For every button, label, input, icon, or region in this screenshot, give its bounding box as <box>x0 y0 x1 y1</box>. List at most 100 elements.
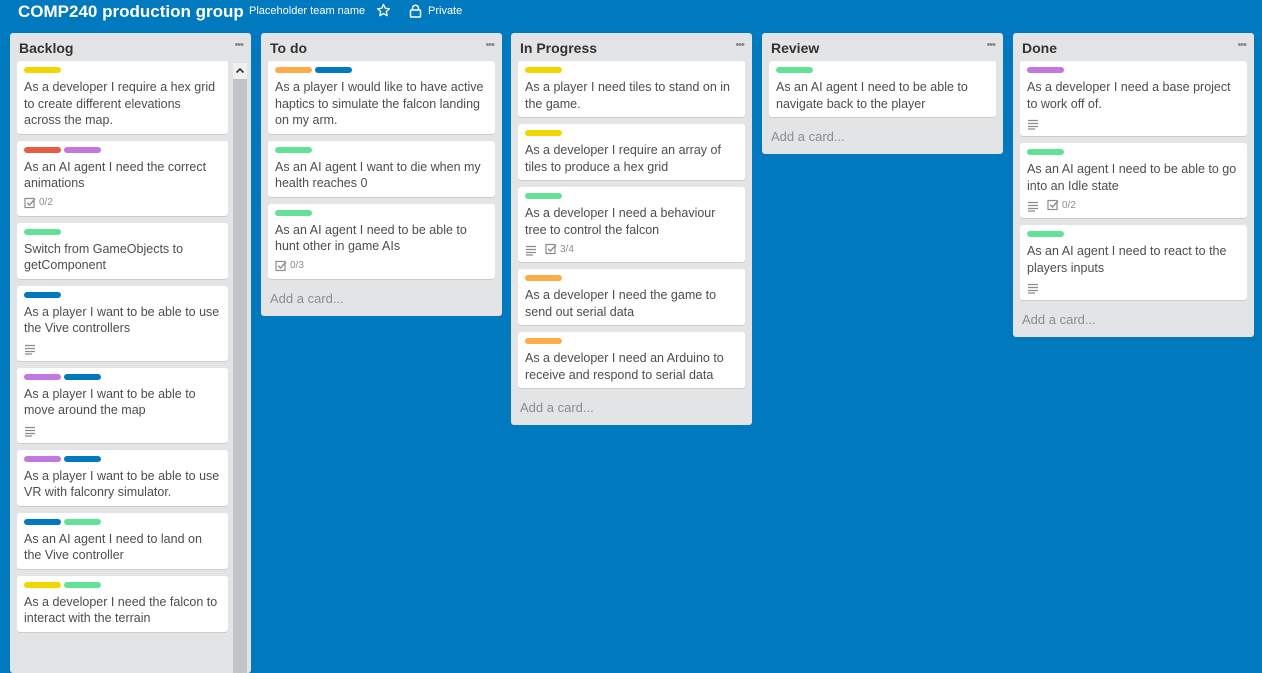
card-badges: 0/3 <box>275 258 488 274</box>
card-title: As an AI agent I need to be able to hunt… <box>275 222 467 254</box>
card-title: As a player I want to be able to use the… <box>24 304 220 336</box>
lock-icon <box>409 4 422 18</box>
card[interactable]: As a developer I need a behaviour tree t… <box>518 187 745 262</box>
privacy-button[interactable]: Private <box>428 5 462 17</box>
label-yellow <box>24 581 61 588</box>
card[interactable]: As a developer I need the falcon to inte… <box>17 575 228 632</box>
card[interactable]: As an AI agent I need to be able to go i… <box>1020 143 1247 218</box>
card-title: As an AI agent I need the correct animat… <box>24 159 207 191</box>
board-header: COMP240 production group Placeholder tea… <box>0 0 1262 26</box>
card-list: As a player I need tiles to stand on in … <box>511 61 752 388</box>
card[interactable]: As an AI agent I want to die when my hea… <box>268 140 495 197</box>
card-title: As an AI agent I want to die when my hea… <box>275 159 481 191</box>
card[interactable]: As an AI agent I need to react to the pl… <box>1020 225 1247 300</box>
add-card-button[interactable]: Add a card... <box>511 395 752 425</box>
card[interactable]: As a player I want to be able to use VR … <box>17 449 228 506</box>
card[interactable]: As an AI agent I need to be able to hunt… <box>268 203 495 279</box>
card-labels <box>776 67 989 75</box>
card[interactable]: As a player I want to be able to move ar… <box>17 367 228 443</box>
label-orange <box>525 275 562 281</box>
card[interactable]: As a player I want to be able to use the… <box>17 285 228 361</box>
card-labels <box>525 275 738 283</box>
list-menu-icon[interactable]: ••• <box>234 39 244 51</box>
scroll-up-button[interactable] <box>233 63 247 79</box>
card[interactable]: As a player I need tiles to stand on in … <box>518 61 745 117</box>
label-blue <box>64 455 101 462</box>
card-title: As a player I need tiles to stand on in … <box>525 80 730 111</box>
card[interactable]: As a developer I need a base project to … <box>1020 61 1247 136</box>
add-card-button[interactable]: Add a card... <box>1013 307 1254 337</box>
card-labels <box>1027 67 1240 75</box>
card-labels <box>24 146 221 155</box>
card-list: As an AI agent I need to be able to navi… <box>762 61 1003 117</box>
card-labels <box>525 67 738 75</box>
label-green <box>1027 149 1064 155</box>
card-labels <box>24 518 221 527</box>
board-title[interactable]: COMP240 production group <box>18 2 244 22</box>
card-title: As an AI agent I need to react to the pl… <box>1027 244 1227 275</box>
card-list: As a developer I require a hex grid to c… <box>10 61 251 632</box>
list-menu-icon[interactable]: ••• <box>485 39 495 51</box>
add-card-button[interactable]: Add a card... <box>762 124 1003 154</box>
card-badges <box>1027 279 1240 295</box>
list-title[interactable]: To do <box>270 40 307 56</box>
star-icon[interactable] <box>376 3 391 18</box>
card-badges: 0/2 <box>24 195 221 211</box>
list-header: Review ••• <box>762 33 1003 61</box>
label-green <box>275 146 312 153</box>
checklist-count: 0/2 <box>39 197 53 208</box>
card-title: As a player I want to be able to use VR … <box>24 468 220 500</box>
label-blue <box>24 518 61 525</box>
card-title: As an AI agent I need to be able to navi… <box>776 80 968 111</box>
card-labels <box>24 228 221 237</box>
label-purple <box>24 373 61 380</box>
list-header: Backlog ••• <box>10 33 251 61</box>
label-green <box>24 228 61 235</box>
label-green <box>64 518 101 525</box>
card[interactable]: As an AI agent I need the correct animat… <box>17 140 228 216</box>
card[interactable]: As a developer I need the game to send o… <box>518 269 745 325</box>
add-card-button[interactable]: Add a card... <box>261 286 502 316</box>
card-title: As an AI agent I need to land on the Viv… <box>24 531 202 563</box>
label-green <box>1027 231 1064 237</box>
card-labels <box>275 67 488 75</box>
card-title: Switch from GameObjects to getComponent <box>24 241 184 273</box>
description-icon <box>1027 199 1039 212</box>
list-to-do: To do ••• As a player I would like to ha… <box>261 33 502 316</box>
list-title[interactable]: Review <box>771 40 819 56</box>
label-blue <box>315 67 352 73</box>
card-badges: 0/2 <box>1027 197 1240 213</box>
card-labels <box>1027 149 1240 157</box>
card[interactable]: As an AI agent I need to land on the Viv… <box>17 512 228 569</box>
scrollbar-thumb[interactable] <box>233 79 247 673</box>
list-menu-icon[interactable]: ••• <box>1237 39 1247 51</box>
list-title[interactable]: In Progress <box>520 40 597 56</box>
card-labels <box>1027 231 1240 239</box>
checklist-badge: 3/4 <box>545 243 574 255</box>
card[interactable]: As a developer I require an array of til… <box>518 124 745 180</box>
label-green <box>525 193 562 199</box>
card-title: As a developer I need the game to send o… <box>525 288 717 319</box>
list-menu-icon[interactable]: ••• <box>986 39 996 51</box>
list-review: Review ••• As an AI agent I need to be a… <box>762 33 1003 154</box>
team-button[interactable]: Placeholder team name <box>249 5 365 17</box>
card-labels <box>24 455 221 464</box>
card[interactable]: As an AI agent I need to be able to navi… <box>769 61 996 117</box>
checklist-icon <box>1047 199 1059 211</box>
label-yellow <box>525 67 562 73</box>
label-yellow <box>525 130 562 136</box>
description-icon <box>24 342 36 355</box>
card-title: As a developer I need a behaviour tree t… <box>525 206 716 237</box>
card[interactable]: As a developer I need an Arduino to rece… <box>518 332 745 388</box>
card-badges <box>24 340 221 356</box>
list-menu-icon[interactable]: ••• <box>735 39 745 51</box>
card-badges: 3/4 <box>525 241 738 257</box>
list-title[interactable]: Done <box>1022 40 1057 56</box>
checklist-badge: 0/2 <box>24 197 53 209</box>
card[interactable]: As a developer I require a hex grid to c… <box>17 61 228 134</box>
list-title[interactable]: Backlog <box>19 40 73 56</box>
label-yellow <box>24 67 61 73</box>
card-title: As a developer I need the falcon to inte… <box>24 594 218 626</box>
card[interactable]: Switch from GameObjects to getComponent <box>17 222 228 279</box>
card[interactable]: As a player I would like to have active … <box>268 61 495 134</box>
